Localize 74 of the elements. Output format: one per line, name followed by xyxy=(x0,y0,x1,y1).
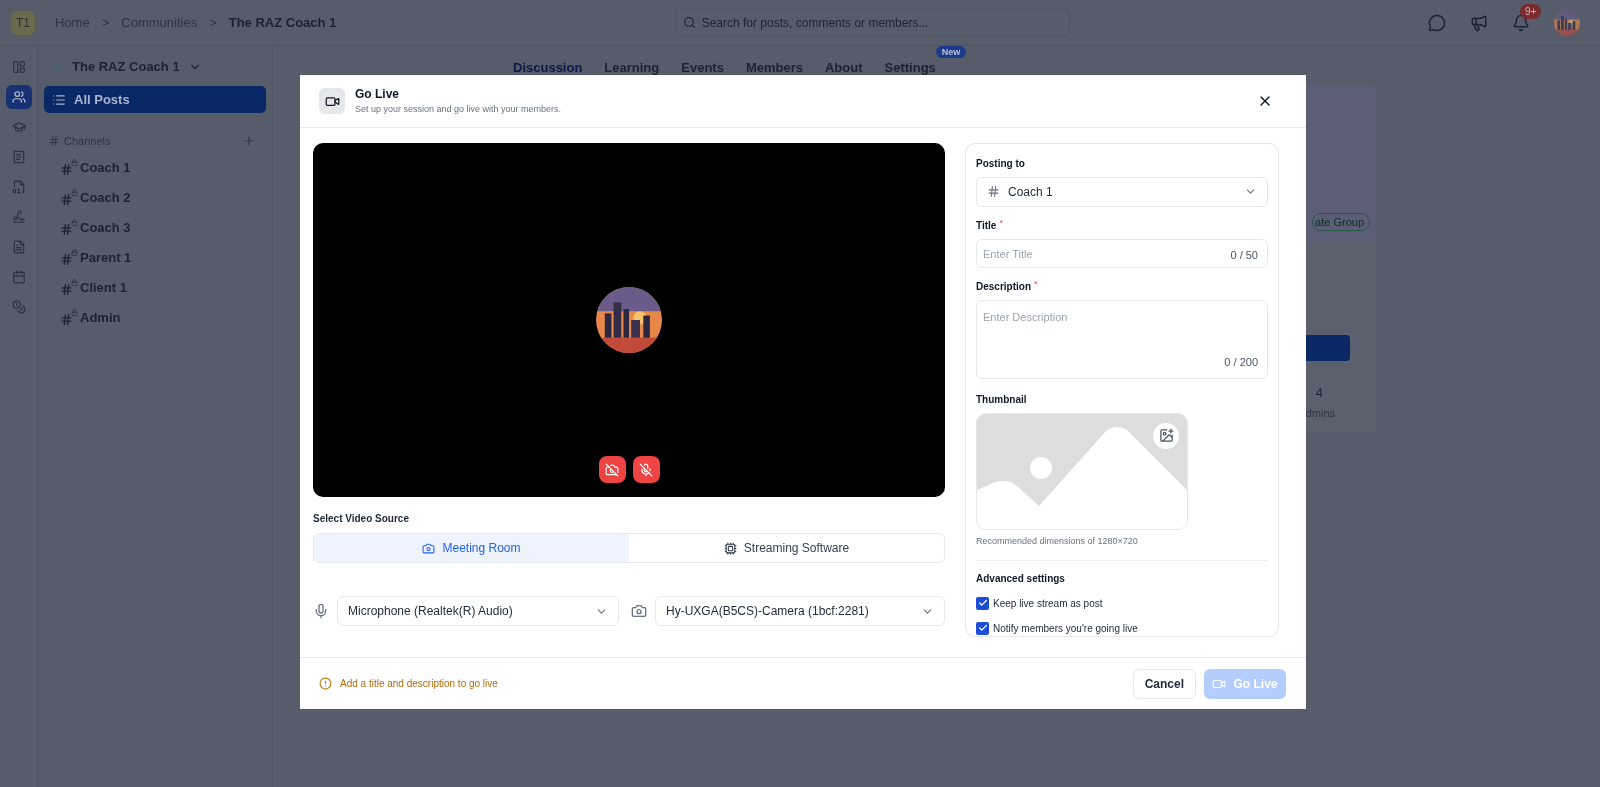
video-camera-icon xyxy=(319,88,345,114)
chip-icon xyxy=(723,541,737,555)
field-label: Title xyxy=(976,218,997,233)
channel-item[interactable]: Admin xyxy=(44,302,266,333)
camera-select[interactable]: Hy-UXGA(B5CS)-Camera (1bcf:2281) xyxy=(655,596,945,626)
dialog-title: Go Live xyxy=(355,86,400,104)
checkbox[interactable] xyxy=(976,622,989,635)
warning-message: Add a title and description to go live xyxy=(340,677,498,691)
microphone-select[interactable]: Microphone (Realtek(R) Audio) xyxy=(337,596,619,626)
all-posts-item[interactable]: All Posts xyxy=(44,86,266,113)
breadcrumb-separator: > xyxy=(101,13,110,32)
calendar-icon xyxy=(11,270,26,284)
receipt-icon xyxy=(11,150,26,164)
character-counter: 0 / 200 xyxy=(1224,355,1258,371)
hash-icon xyxy=(48,135,60,148)
stat-value: 4 xyxy=(1315,384,1323,402)
checkbox-label: Keep live stream as post xyxy=(993,597,1103,611)
workspace-badge[interactable]: T1 xyxy=(11,10,35,35)
channel-item[interactable]: Client 1 xyxy=(44,272,266,303)
advanced-settings-heading: Advanced settings xyxy=(976,572,1066,586)
graduation-cap-icon xyxy=(11,120,26,134)
search-icon xyxy=(682,15,696,29)
camera-icon xyxy=(422,541,436,555)
dialog-subtitle: Set up your session and go live with your members. xyxy=(355,103,562,117)
camera-icon xyxy=(631,603,647,619)
tab[interactable]: Events xyxy=(681,60,724,75)
tab[interactable]: Discussion xyxy=(513,60,583,75)
file-icon xyxy=(11,240,26,254)
thumbnail-hint: Recommended dimensions of 1280×720 xyxy=(976,535,1139,549)
search-field[interactable]: Search for posts, comments or members... xyxy=(674,8,1070,37)
breadcrumb-separator: > xyxy=(209,13,217,32)
add-channel-icon[interactable] xyxy=(242,134,256,149)
checkbox-label: Notify members you're going live xyxy=(993,622,1138,636)
document-icon xyxy=(11,180,26,194)
coins-icon xyxy=(11,300,26,314)
new-badge: New xyxy=(935,46,967,58)
notification-badge: 9+ xyxy=(1520,3,1542,19)
hash-icon xyxy=(987,185,1000,199)
chat-icon[interactable] xyxy=(1428,13,1446,32)
channel-item[interactable]: Coach 2 xyxy=(44,182,266,213)
channel-select[interactable]: Coach 1 xyxy=(976,177,1268,207)
tab[interactable]: Learning xyxy=(604,60,660,75)
list-icon xyxy=(52,92,66,107)
thumbnail-upload[interactable] xyxy=(976,412,1188,531)
required-mark: * xyxy=(999,217,1003,228)
video-source-tab[interactable]: Meeting Room xyxy=(314,534,629,562)
megaphone-icon[interactable] xyxy=(1470,13,1488,32)
mic-off-icon xyxy=(639,462,653,477)
video-source-label: Select Video Source xyxy=(313,512,410,526)
field-label: Posting to xyxy=(976,157,1026,171)
notifications-icon[interactable] xyxy=(1512,13,1530,32)
dashboard-icon xyxy=(11,60,26,74)
camera-off-icon xyxy=(605,462,619,477)
checkbox[interactable] xyxy=(976,597,989,610)
warning-icon xyxy=(319,677,332,690)
field-label: Description xyxy=(976,280,1031,295)
mic-off-button[interactable] xyxy=(632,456,660,483)
cancel-button[interactable]: Cancel xyxy=(1132,668,1196,699)
tab[interactable]: Members xyxy=(745,60,803,75)
required-mark: * xyxy=(1034,279,1038,290)
members-nav-button[interactable] xyxy=(5,85,32,109)
channel-item[interactable]: Coach 1 xyxy=(44,152,266,183)
members-icon xyxy=(11,90,26,104)
tab[interactable]: About xyxy=(825,60,863,75)
tab[interactable]: Settings xyxy=(884,60,936,75)
character-counter: 0 / 50 xyxy=(1230,247,1258,263)
channel-item[interactable]: Parent 1 xyxy=(44,242,266,273)
breadcrumb-link[interactable]: The RAZ Coach 1 xyxy=(228,12,337,33)
community-title[interactable]: The RAZ Coach 1 xyxy=(72,57,180,77)
field-label: Thumbnail xyxy=(976,392,1028,407)
signature-icon xyxy=(11,210,26,224)
microphone-icon xyxy=(313,603,329,619)
channel-item[interactable]: Coach 3 xyxy=(44,212,266,243)
camera-off-button[interactable] xyxy=(598,456,626,483)
